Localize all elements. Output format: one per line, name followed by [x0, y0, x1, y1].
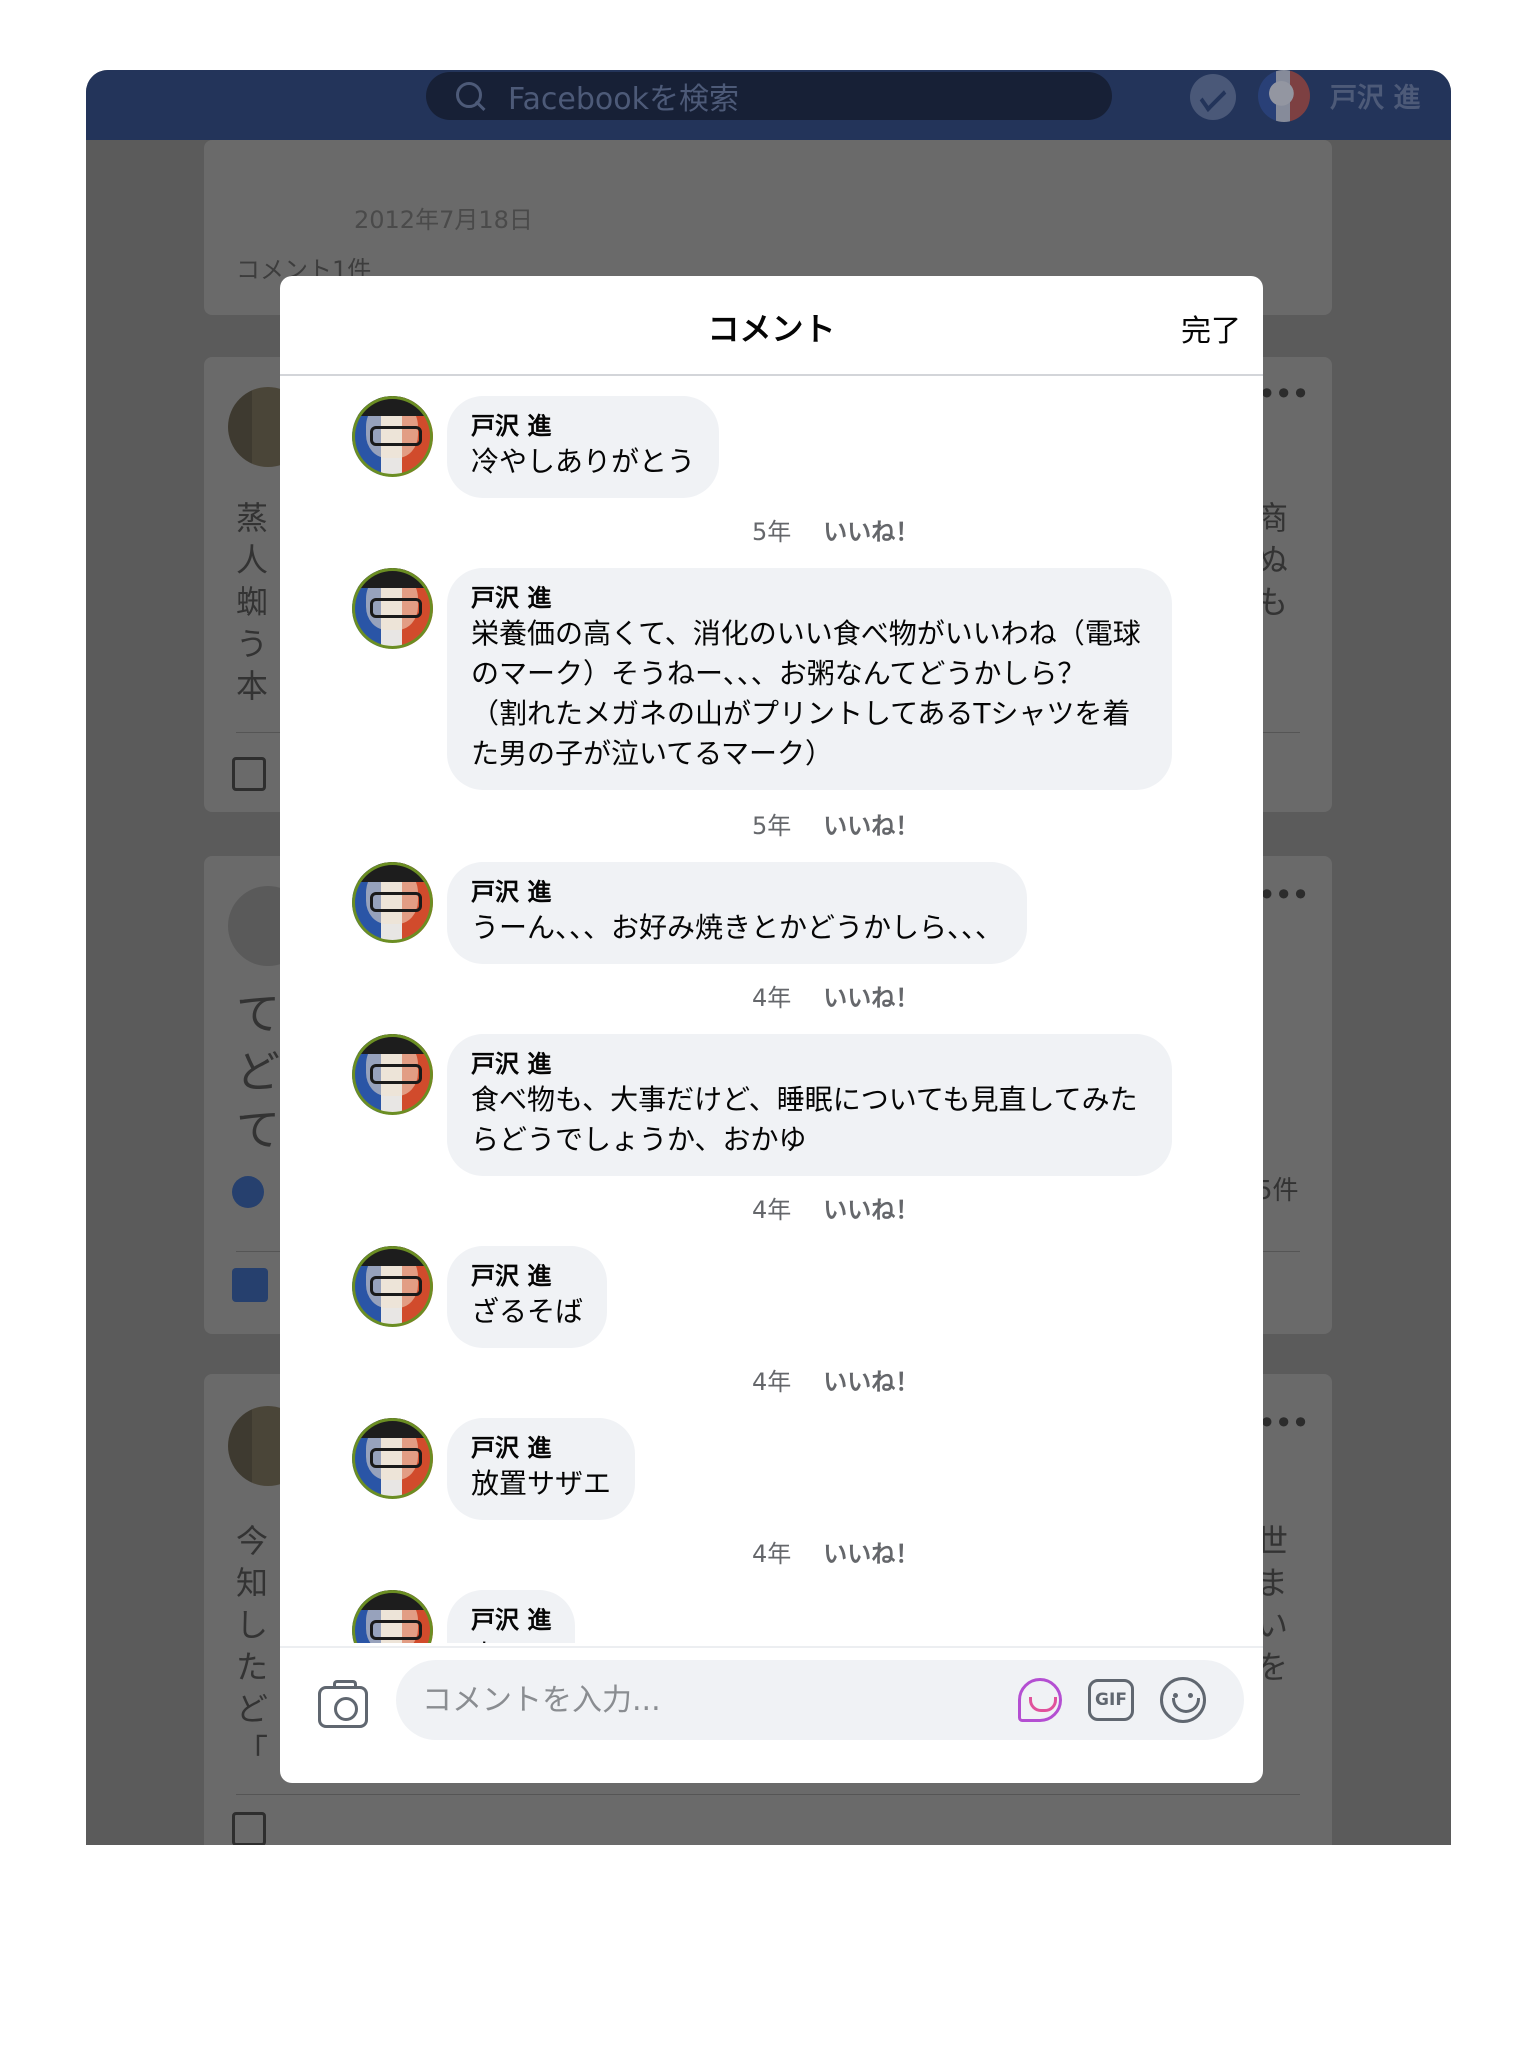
comment-bubble[interactable]: 戸沢 進 食べ物も、大事だけど、睡眠についても見直してみた らどうでしょうか、お… [447, 1034, 1172, 1176]
messenger-icon[interactable] [1190, 74, 1236, 120]
sticker-icon[interactable] [1018, 1678, 1062, 1722]
comment-text: 栄養価の高くて、消化のいい食べ物がいいわね（電球 のマーク）そうねー、、、お粥な… [471, 617, 1141, 770]
comment-meta: 4年 いいね！ [752, 978, 919, 1013]
comment-meta: 4年 いいね！ [752, 1190, 919, 1225]
commenter-avatar[interactable] [352, 396, 433, 477]
comment-item: 戸沢 進 寿司 [352, 1590, 576, 1643]
comment-author[interactable]: 戸沢 進 [471, 1048, 1148, 1080]
comment-like-button[interactable]: いいね！ [823, 1190, 919, 1225]
comment-text: うーん、、、お好み焼きとかどうかしら、、、 [471, 911, 1004, 944]
more-options-icon[interactable]: ••• [1257, 1404, 1310, 1442]
comment-timestamp: 5年 [752, 518, 792, 546]
like-icon[interactable] [232, 1812, 266, 1845]
comment-meta: 5年 いいね！ [752, 512, 919, 547]
comment-bubble[interactable]: 戸沢 進 放置サザエ [447, 1418, 636, 1520]
comment-text: ざるそば [471, 1295, 584, 1328]
facebook-header: Facebookを検索 戸沢 進 [86, 70, 1451, 140]
comment-timestamp: 4年 [752, 984, 792, 1012]
commenter-avatar[interactable] [352, 1590, 433, 1643]
comment-text: 放置サザエ [471, 1467, 612, 1500]
comment-composer: GIF [280, 1646, 1263, 1783]
comment-timestamp: 4年 [752, 1368, 792, 1396]
commenter-avatar[interactable] [352, 1034, 433, 1115]
like-reaction-icon [232, 1176, 264, 1208]
comment-list[interactable]: 戸沢 進 冷やしありがとう 5年 いいね！ 戸沢 進 栄養価の高くて、消化のいい… [280, 378, 1263, 1643]
comment-meta: 4年 いいね！ [752, 1362, 919, 1397]
commenter-avatar[interactable] [352, 1418, 433, 1499]
comment-author[interactable]: 戸沢 進 [471, 582, 1148, 614]
facebook-search-bar[interactable]: Facebookを検索 [426, 72, 1112, 120]
search-icon [454, 80, 486, 112]
comment-bubble[interactable]: 戸沢 進 うーん、、、お好み焼きとかどうかしら、、、 [447, 862, 1028, 964]
comment-item: 戸沢 進 栄養価の高くて、消化のいい食べ物がいいわね（電球 のマーク）そうねー、… [352, 568, 1172, 790]
camera-icon[interactable] [318, 1680, 368, 1728]
commenter-avatar[interactable] [352, 1246, 433, 1327]
comment-item: 戸沢 進 放置サザエ [352, 1418, 636, 1520]
comment-timestamp: 4年 [752, 1540, 792, 1568]
commenter-avatar[interactable] [352, 862, 433, 943]
comment-like-button[interactable]: いいね！ [823, 1362, 919, 1397]
comment-bubble[interactable]: 戸沢 進 寿司 [447, 1590, 576, 1643]
comment-author[interactable]: 戸沢 進 [471, 1432, 611, 1464]
comment-like-button[interactable]: いいね！ [823, 512, 919, 547]
search-placeholder: Facebookを検索 [508, 82, 739, 117]
comment-meta: 4年 いいね！ [752, 1534, 919, 1569]
comment-like-button[interactable]: いいね！ [823, 1534, 919, 1569]
more-options-icon[interactable]: ••• [1257, 876, 1310, 914]
comment-item: 戸沢 進 ざるそば [352, 1246, 608, 1348]
post-text-fragment: 蒸 人 蜘 う 本 [236, 499, 269, 705]
like-icon[interactable] [232, 757, 266, 791]
profile-avatar[interactable] [1258, 70, 1310, 122]
like-icon[interactable] [232, 1268, 268, 1302]
comment-item: 戸沢 進 食べ物も、大事だけど、睡眠についても見直してみた らどうでしょうか、お… [352, 1034, 1172, 1176]
comment-item: 戸沢 進 冷やしありがとう [352, 396, 720, 498]
comment-author[interactable]: 戸沢 進 [471, 1260, 583, 1292]
comment-like-button[interactable]: いいね！ [823, 806, 919, 841]
comment-timestamp: 4年 [752, 1196, 792, 1224]
comment-author[interactable]: 戸沢 進 [471, 410, 695, 442]
modal-header: コメント 完了 [280, 276, 1263, 376]
gif-button[interactable]: GIF [1088, 1679, 1134, 1721]
comments-modal: コメント 完了 戸沢 進 冷やしありがとう 5年 いいね！ 戸沢 進 栄養価の高… [280, 276, 1263, 1783]
comment-text: 寿司 [471, 1636, 551, 1643]
divider [236, 1794, 1300, 1795]
comment-bubble[interactable]: 戸沢 進 冷やしありがとう [447, 396, 720, 498]
comment-timestamp: 5年 [752, 812, 792, 840]
post-text-fragment: 今 知 し た ど 「 [236, 1522, 269, 1770]
comment-author[interactable]: 戸沢 進 [471, 1604, 551, 1636]
more-options-icon[interactable]: ••• [1257, 375, 1310, 413]
comment-item: 戸沢 進 うーん、、、お好み焼きとかどうかしら、、、 [352, 862, 1028, 964]
comment-author[interactable]: 戸沢 進 [471, 876, 1003, 908]
post-date: 2012年7月18日 [354, 206, 533, 234]
comment-bubble[interactable]: 戸沢 進 ざるそば [447, 1246, 608, 1348]
profile-username[interactable]: 戸沢 進 [1330, 76, 1420, 115]
comment-meta: 5年 いいね！ [752, 806, 919, 841]
emoji-icon[interactable] [1160, 1677, 1206, 1723]
commenter-avatar[interactable] [352, 568, 433, 649]
comment-text: 冷やしありがとう [471, 445, 696, 478]
comment-text: 食べ物も、大事だけど、睡眠についても見直してみた らどうでしょうか、おかゆ [471, 1083, 1138, 1156]
modal-title: コメント [707, 310, 836, 348]
comment-like-button[interactable]: いいね！ [823, 978, 919, 1013]
comment-bubble[interactable]: 戸沢 進 栄養価の高くて、消化のいい食べ物がいいわね（電球 のマーク）そうねー、… [447, 568, 1172, 790]
post-text-fragment: て ど て [236, 989, 280, 1156]
done-button[interactable]: 完了 [1181, 306, 1241, 350]
